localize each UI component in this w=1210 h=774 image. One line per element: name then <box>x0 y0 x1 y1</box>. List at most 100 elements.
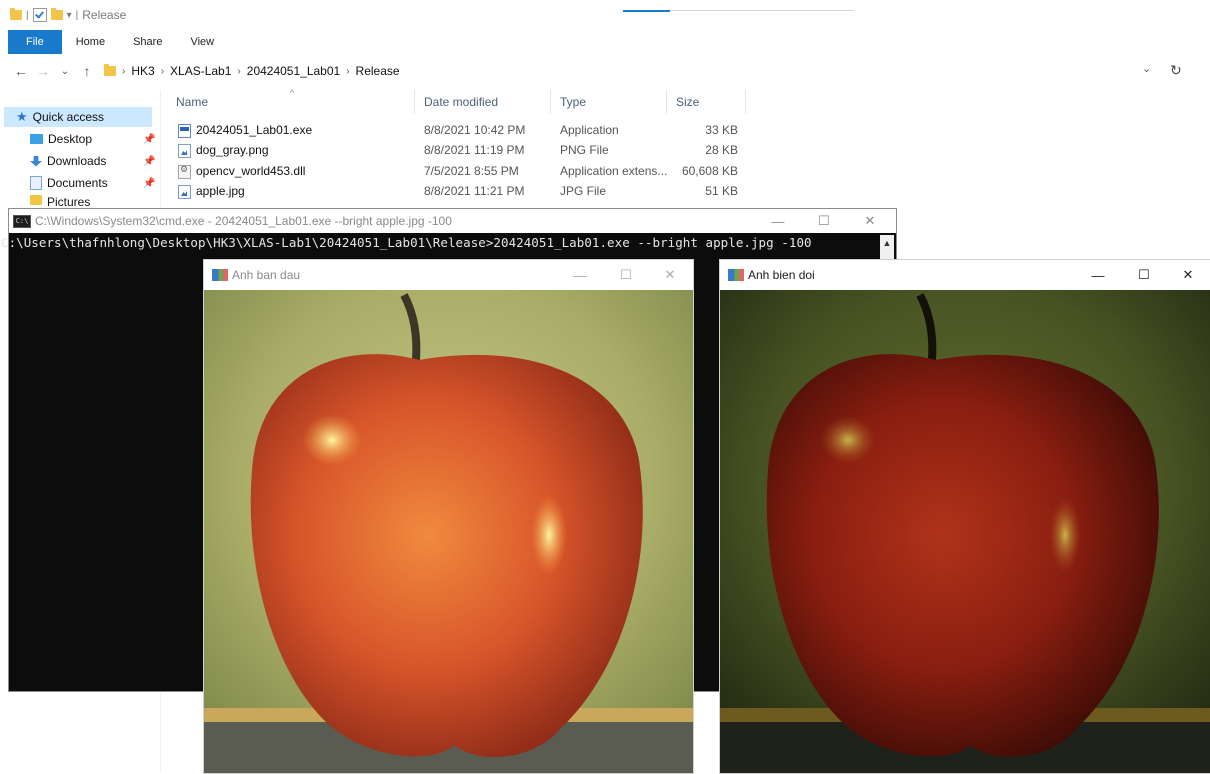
file-name: apple.jpg <box>196 184 245 198</box>
app-icon <box>728 269 744 281</box>
file-type: JPG File <box>560 184 607 198</box>
tab-share[interactable]: Share <box>119 30 176 54</box>
window-title: Release <box>82 8 127 22</box>
up-arrow-icon[interactable]: ↑ <box>76 63 98 79</box>
breadcrumb-lab01[interactable]: 20424051_Lab01 <box>247 64 340 78</box>
exe-icon <box>178 124 191 138</box>
pin-icon[interactable]: 📌 <box>143 178 155 189</box>
original-image-title: Anh ban dau <box>232 268 301 282</box>
column-header-size[interactable]: Size <box>676 95 699 111</box>
column-divider[interactable] <box>550 90 551 114</box>
close-icon[interactable]: ✕ <box>848 209 892 233</box>
scroll-up-arrow-icon[interactable]: ▲ <box>880 235 894 251</box>
minimize-icon[interactable]: — <box>756 209 800 233</box>
file-date: 8/8/2021 11:21 PM <box>424 184 525 198</box>
apple-highlight <box>1049 497 1081 573</box>
breadcrumb-separator-icon: › <box>346 65 350 77</box>
breadcrumb-separator-icon: › <box>237 65 241 77</box>
apple-body <box>250 354 643 757</box>
column-header-date[interactable]: Date modified <box>424 95 498 111</box>
minimize-icon[interactable]: — <box>557 260 603 290</box>
documents-icon <box>30 176 42 190</box>
nav-item-label: Downloads <box>47 154 107 168</box>
title-accent-line <box>623 10 670 12</box>
properties-check-icon[interactable] <box>32 8 47 22</box>
sort-ascending-icon: ^ <box>290 88 295 98</box>
apple-photo-darkened <box>720 290 1210 773</box>
column-divider[interactable] <box>666 90 667 114</box>
transformed-image-titlebar[interactable]: Anh bien doi — ☐ ✕ <box>720 260 1210 290</box>
app-icon <box>212 269 228 281</box>
toolbar-separator: | <box>75 9 79 21</box>
file-name: 20424051_Lab01.exe <box>196 123 313 137</box>
transformed-image-window[interactable]: Anh bien doi — ☐ ✕ <box>719 259 1210 774</box>
file-type: Application extens... <box>560 164 668 178</box>
toolbar-separator: | <box>26 9 29 21</box>
breadcrumb-xlas-lab1[interactable]: XLAS-Lab1 <box>170 64 231 78</box>
close-icon[interactable]: ✕ <box>1165 260 1210 290</box>
file-name: dog_gray.png <box>196 143 269 157</box>
file-size: 28 KB <box>705 143 738 157</box>
folder-icon <box>104 64 116 76</box>
image-file-icon <box>178 144 191 158</box>
cmd-icon: C:\ <box>13 214 31 228</box>
original-apple-image <box>204 290 693 773</box>
nav-item-documents[interactable]: Documents 📌 <box>30 173 155 193</box>
nav-item-desktop[interactable]: Desktop 📌 <box>30 129 155 149</box>
pin-icon[interactable]: 📌 <box>143 134 155 145</box>
original-image-window[interactable]: Anh ban dau — ☐ ✕ <box>203 259 694 774</box>
column-divider[interactable] <box>414 90 415 114</box>
maximize-icon[interactable]: ☐ <box>1121 260 1167 290</box>
customize-toolbar-icon[interactable]: ▾ <box>67 10 72 21</box>
console-command-line: C:\Users\thafnhlong\Desktop\HK3\XLAS-Lab… <box>1 235 812 250</box>
file-size: 60,608 KB <box>681 164 738 178</box>
forward-arrow-icon[interactable]: → <box>32 63 54 79</box>
breadcrumb-hk3[interactable]: HK3 <box>131 64 154 78</box>
nav-item-label: Pictures <box>47 195 91 207</box>
address-dropdown-chevron-icon[interactable]: ⌄ <box>1142 62 1151 75</box>
column-header-name[interactable]: Name <box>176 95 208 111</box>
star-icon: ★ <box>16 109 28 124</box>
file-row[interactable]: opencv_world453.dll 7/5/2021 8:55 PM App… <box>176 162 746 180</box>
nav-quick-access[interactable]: ★ Quick access <box>16 107 104 127</box>
maximize-icon[interactable]: ☐ <box>802 209 846 233</box>
console-title: C:\Windows\System32\cmd.exe - 20424051_L… <box>35 214 452 228</box>
file-row[interactable]: 20424051_Lab01.exe 8/8/2021 10:42 PM App… <box>176 121 746 139</box>
close-icon[interactable]: ✕ <box>647 260 693 290</box>
minimize-icon[interactable]: — <box>1075 260 1121 290</box>
file-size: 33 KB <box>705 123 738 137</box>
pin-icon[interactable]: 📌 <box>143 156 155 167</box>
file-name: opencv_world453.dll <box>196 164 306 178</box>
nav-quick-access-label: Quick access <box>32 110 105 124</box>
file-date: 7/5/2021 8:55 PM <box>424 164 519 178</box>
refresh-icon[interactable]: ↻ <box>1170 62 1182 79</box>
back-arrow-icon[interactable]: ← <box>10 63 32 79</box>
tab-file[interactable]: File <box>8 30 62 54</box>
original-image-titlebar[interactable]: Anh ban dau — ☐ ✕ <box>204 260 693 290</box>
nav-item-downloads[interactable]: Downloads 📌 <box>30 151 155 171</box>
dll-icon <box>178 164 191 179</box>
file-date: 8/8/2021 10:42 PM <box>424 123 526 137</box>
file-row[interactable]: dog_gray.png 8/8/2021 11:19 PM PNG File … <box>176 141 746 159</box>
column-divider[interactable] <box>745 90 746 114</box>
transformed-apple-image <box>720 290 1210 773</box>
nav-item-pictures[interactable]: Pictures <box>30 195 90 207</box>
console-titlebar[interactable]: C:\ C:\Windows\System32\cmd.exe - 204240… <box>9 209 896 233</box>
breadcrumb-release[interactable]: Release <box>356 64 400 78</box>
column-header-type[interactable]: Type <box>560 95 586 111</box>
maximize-icon[interactable]: ☐ <box>603 260 649 290</box>
file-size: 51 KB <box>705 184 738 198</box>
breadcrumb-separator-icon: › <box>122 65 126 77</box>
quick-access-toolbar: | ▾ | Release <box>10 7 126 23</box>
apple-photo <box>204 290 693 773</box>
tab-view[interactable]: View <box>176 30 228 54</box>
breadcrumb[interactable]: › HK3 › XLAS-Lab1 › 20424051_Lab01 › Rel… <box>104 64 400 78</box>
recent-locations-chevron-icon[interactable]: ⌄ <box>54 66 76 77</box>
apple-highlight <box>531 495 567 575</box>
tab-home[interactable]: Home <box>62 30 119 54</box>
file-row[interactable]: apple.jpg 8/8/2021 11:21 PM JPG File 51 … <box>176 182 746 200</box>
apple-body <box>766 354 1159 757</box>
nav-item-label: Desktop <box>48 132 93 146</box>
transformed-image-title: Anh bien doi <box>748 268 815 282</box>
new-folder-icon[interactable] <box>50 8 63 20</box>
